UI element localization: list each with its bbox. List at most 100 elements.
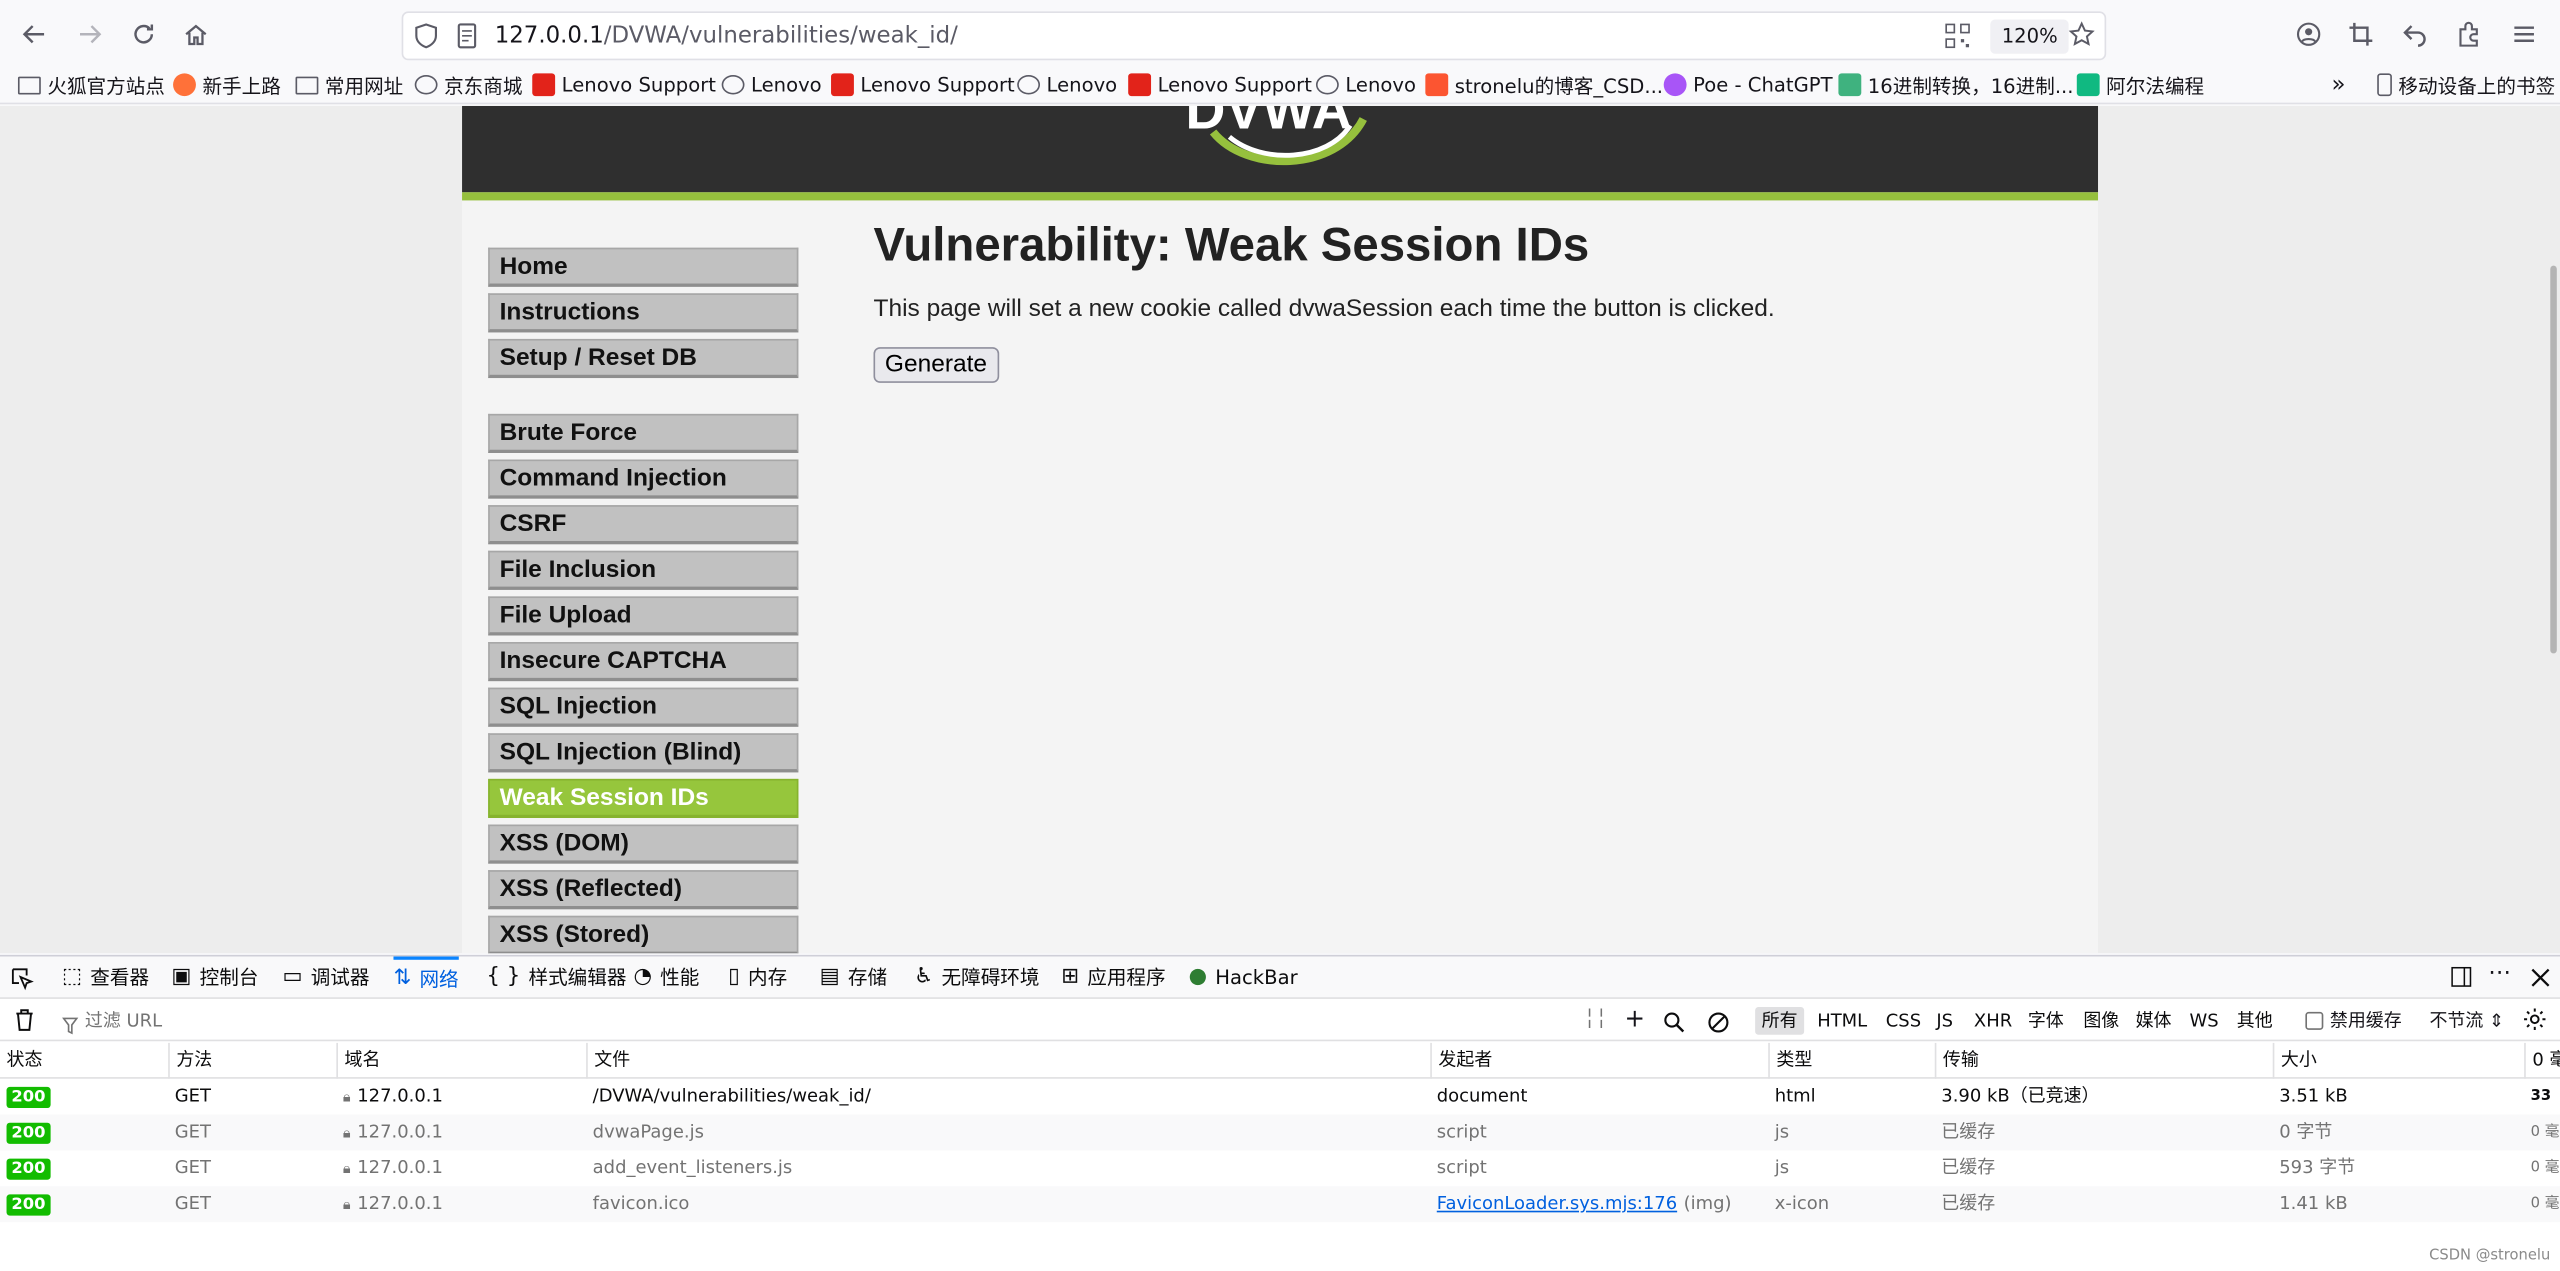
account-icon[interactable] bbox=[2287, 13, 2329, 55]
filter-type-8[interactable]: WS bbox=[2183, 1007, 2225, 1035]
filter-type-7[interactable]: 媒体 bbox=[2129, 1007, 2178, 1035]
menu-item-xss-stored[interactable]: XSS (Stored) bbox=[488, 915, 799, 954]
filter-type-0[interactable]: 所有 bbox=[1755, 1007, 1805, 1035]
filter-url-input[interactable]: 过滤 URL bbox=[85, 1007, 1587, 1036]
column-header[interactable]: 0 毫 bbox=[2524, 1042, 2560, 1079]
menu-item-command-injection[interactable]: Command Injection bbox=[488, 459, 799, 499]
column-header[interactable]: 文件 bbox=[586, 1042, 1430, 1079]
column-header[interactable]: 状态 bbox=[0, 1043, 168, 1079]
devtools-tab-hackbar[interactable]: ● HackBar bbox=[1189, 957, 1298, 999]
bookmark-item[interactable]: Poe - ChatGPT bbox=[1663, 70, 1833, 99]
filter-type-3[interactable]: JS bbox=[1930, 1007, 1960, 1035]
url-bar[interactable]: 127.0.0.1/DVWA/vulnerabilities/weak_id/ … bbox=[401, 11, 2107, 61]
search-icon[interactable] bbox=[1664, 1009, 1685, 1040]
menu-item-brute-force[interactable]: Brute Force bbox=[488, 413, 799, 454]
menu-item-instructions[interactable]: Instructions bbox=[488, 293, 799, 333]
bookmark-item[interactable]: Lenovo Support bbox=[1128, 70, 1312, 99]
page-info-icon[interactable] bbox=[456, 23, 479, 56]
menu-item-insecure-captcha[interactable]: Insecure CAPTCHA bbox=[488, 642, 799, 682]
bookmark-item[interactable]: 16进制转换，16进制... bbox=[1838, 70, 2074, 99]
table-row[interactable]: 200 GET 🔒︎ 127.0.0.1 add_event_listeners.js s… bbox=[0, 1150, 2560, 1186]
bookmark-item[interactable]: 常用网址 bbox=[295, 70, 403, 99]
bookmark-item[interactable]: Lenovo bbox=[721, 70, 822, 99]
extensions-icon[interactable] bbox=[2447, 13, 2489, 55]
clear-trash-icon[interactable] bbox=[13, 1007, 36, 1040]
filter-type-2[interactable]: CSS bbox=[1879, 1007, 1927, 1035]
bookmark-item[interactable]: 火狐官方站点 bbox=[17, 70, 165, 99]
forward-icon[interactable] bbox=[69, 13, 111, 55]
pause-icon[interactable]: ╎╎ bbox=[1584, 1007, 1608, 1030]
crop-screenshot-icon[interactable] bbox=[2340, 13, 2382, 55]
bookmark-item[interactable]: Lenovo Support bbox=[831, 70, 1015, 99]
close-devtools-icon[interactable] bbox=[2529, 965, 2552, 996]
menu-item-csrf[interactable]: CSRF bbox=[488, 505, 799, 545]
table-row[interactable]: 200 GET 🔒︎ 127.0.0.1/DVWA/vulnerabilities/w… bbox=[0, 1079, 2560, 1115]
menu-item-sql-injection-blind[interactable]: SQL Injection (Blind) bbox=[488, 733, 799, 773]
menu-item-setup-reset-db[interactable]: Setup / Reset DB bbox=[488, 338, 799, 379]
column-header[interactable]: 发起者 bbox=[1430, 1042, 1768, 1079]
pick-element-icon[interactable] bbox=[10, 957, 34, 999]
table-row[interactable]: 200 GET 🔒︎ 127.0.0.1 dvwaPage.js script js 已缓存 0… bbox=[0, 1114, 2560, 1151]
qr-code-icon[interactable] bbox=[1945, 23, 1971, 56]
menu-item-xss-dom[interactable]: XSS (DOM) bbox=[488, 824, 799, 864]
devtools-tab-console[interactable]: ▣ 控制台 bbox=[171, 957, 258, 999]
table-row[interactable]: 200 GET 🔒︎ 127.0.0.1 favicon.ico FaviconLoade… bbox=[0, 1186, 2560, 1223]
settings-gear-icon[interactable] bbox=[2523, 1007, 2547, 1038]
zoom-level[interactable]: 120% bbox=[1990, 19, 2070, 54]
bookmark-item[interactable]: stronelu的博客_CSD... bbox=[1425, 70, 1663, 99]
back-icon[interactable] bbox=[13, 13, 55, 55]
devtools-tab-performance[interactable]: ◔ 性能 bbox=[633, 957, 699, 999]
bookmark-item[interactable]: 阿尔法编程 bbox=[2076, 70, 2205, 99]
page-scrollbar[interactable] bbox=[2550, 265, 2557, 654]
initiator-link[interactable]: FaviconLoader.sys.mjs:176 bbox=[1437, 1193, 1677, 1214]
filter-type-9[interactable]: 其他 bbox=[2230, 1007, 2279, 1035]
menu-item-sql-injection[interactable]: SQL Injection bbox=[488, 687, 799, 727]
column-header[interactable]: 方法 bbox=[168, 1042, 336, 1079]
devtools-tab-memory[interactable]: ▯ 内存 bbox=[728, 957, 787, 999]
bookmarks-overflow-icon[interactable]: » bbox=[2331, 70, 2345, 99]
bookmark-item[interactable]: Lenovo bbox=[1017, 70, 1117, 99]
url-text[interactable]: 127.0.0.1/DVWA/vulnerabilities/weak_id/ bbox=[495, 23, 958, 49]
devtools-tab-label: 应用程序 bbox=[1087, 966, 1166, 990]
column-header[interactable]: 域名 bbox=[336, 1042, 586, 1079]
generate-button[interactable]: Generate bbox=[873, 347, 999, 383]
filter-type-1[interactable]: HTML bbox=[1811, 1007, 1874, 1035]
devtools-tab-storage[interactable]: ▤ 存储 bbox=[820, 957, 887, 999]
add-request-icon[interactable]: + bbox=[1625, 1004, 1646, 1033]
menu-item-file-inclusion[interactable]: File Inclusion bbox=[488, 550, 799, 590]
devtools-tab-accessibility[interactable]: ♿ 无障碍环境 bbox=[914, 957, 1039, 999]
undo-icon[interactable] bbox=[2394, 13, 2436, 55]
disable-cache-checkbox[interactable] bbox=[2305, 1011, 2324, 1030]
bookmark-label: 阿尔法编程 bbox=[2106, 74, 2205, 97]
reload-icon[interactable] bbox=[122, 13, 164, 55]
menu-item-home[interactable]: Home bbox=[488, 247, 799, 287]
bookmark-item[interactable]: Lenovo bbox=[1315, 70, 1416, 99]
other-bookmarks[interactable]: 移动设备上的书签 bbox=[2377, 70, 2555, 99]
devtools-tab-inspector[interactable]: ⬚ 查看器 bbox=[62, 957, 149, 999]
bookmark-star-icon[interactable] bbox=[2068, 21, 2095, 54]
menu-item-xss-reflected[interactable]: XSS (Reflected) bbox=[488, 870, 799, 910]
filter-type-5[interactable]: 字体 bbox=[2021, 1007, 2070, 1035]
throttle-select[interactable]: 不节流 ⇕ bbox=[2429, 1007, 2504, 1035]
column-header[interactable]: 大小 bbox=[2272, 1042, 2524, 1079]
filter-type-6[interactable]: 图像 bbox=[2077, 1007, 2126, 1035]
home-icon[interactable] bbox=[175, 13, 217, 55]
bookmark-item[interactable]: Lenovo Support bbox=[532, 70, 716, 99]
bookmark-item[interactable]: 京东商城 bbox=[414, 70, 522, 99]
menu-hamburger-icon[interactable] bbox=[2503, 13, 2545, 55]
filter-type-4[interactable]: XHR bbox=[1967, 1007, 2018, 1035]
column-header[interactable]: 传输 bbox=[1934, 1042, 2273, 1079]
devtools-tab-network[interactable]: ⇅ 网络 bbox=[393, 956, 459, 999]
bookmark-item[interactable]: 新手上路 bbox=[173, 70, 281, 99]
block-icon[interactable] bbox=[1708, 1009, 1729, 1040]
devtools-tab-style-editor[interactable]: { } 样式编辑器 bbox=[487, 957, 627, 999]
dock-side-icon[interactable] bbox=[2449, 965, 2473, 996]
devtools-tab-debugger[interactable]: ▭ 调试器 bbox=[282, 957, 369, 999]
menu-item-weak-session-ids[interactable]: Weak Session IDs bbox=[488, 778, 799, 819]
column-header[interactable]: 类型 bbox=[1768, 1042, 1935, 1079]
devtools-tab-application[interactable]: ⊞ 应用程序 bbox=[1061, 957, 1165, 999]
tracking-shield-icon[interactable] bbox=[413, 23, 439, 56]
hackbar-icon: ● bbox=[1188, 964, 1208, 990]
menu-item-file-upload[interactable]: File Upload bbox=[488, 596, 799, 636]
more-options-icon[interactable]: ⋯ bbox=[2488, 960, 2511, 986]
